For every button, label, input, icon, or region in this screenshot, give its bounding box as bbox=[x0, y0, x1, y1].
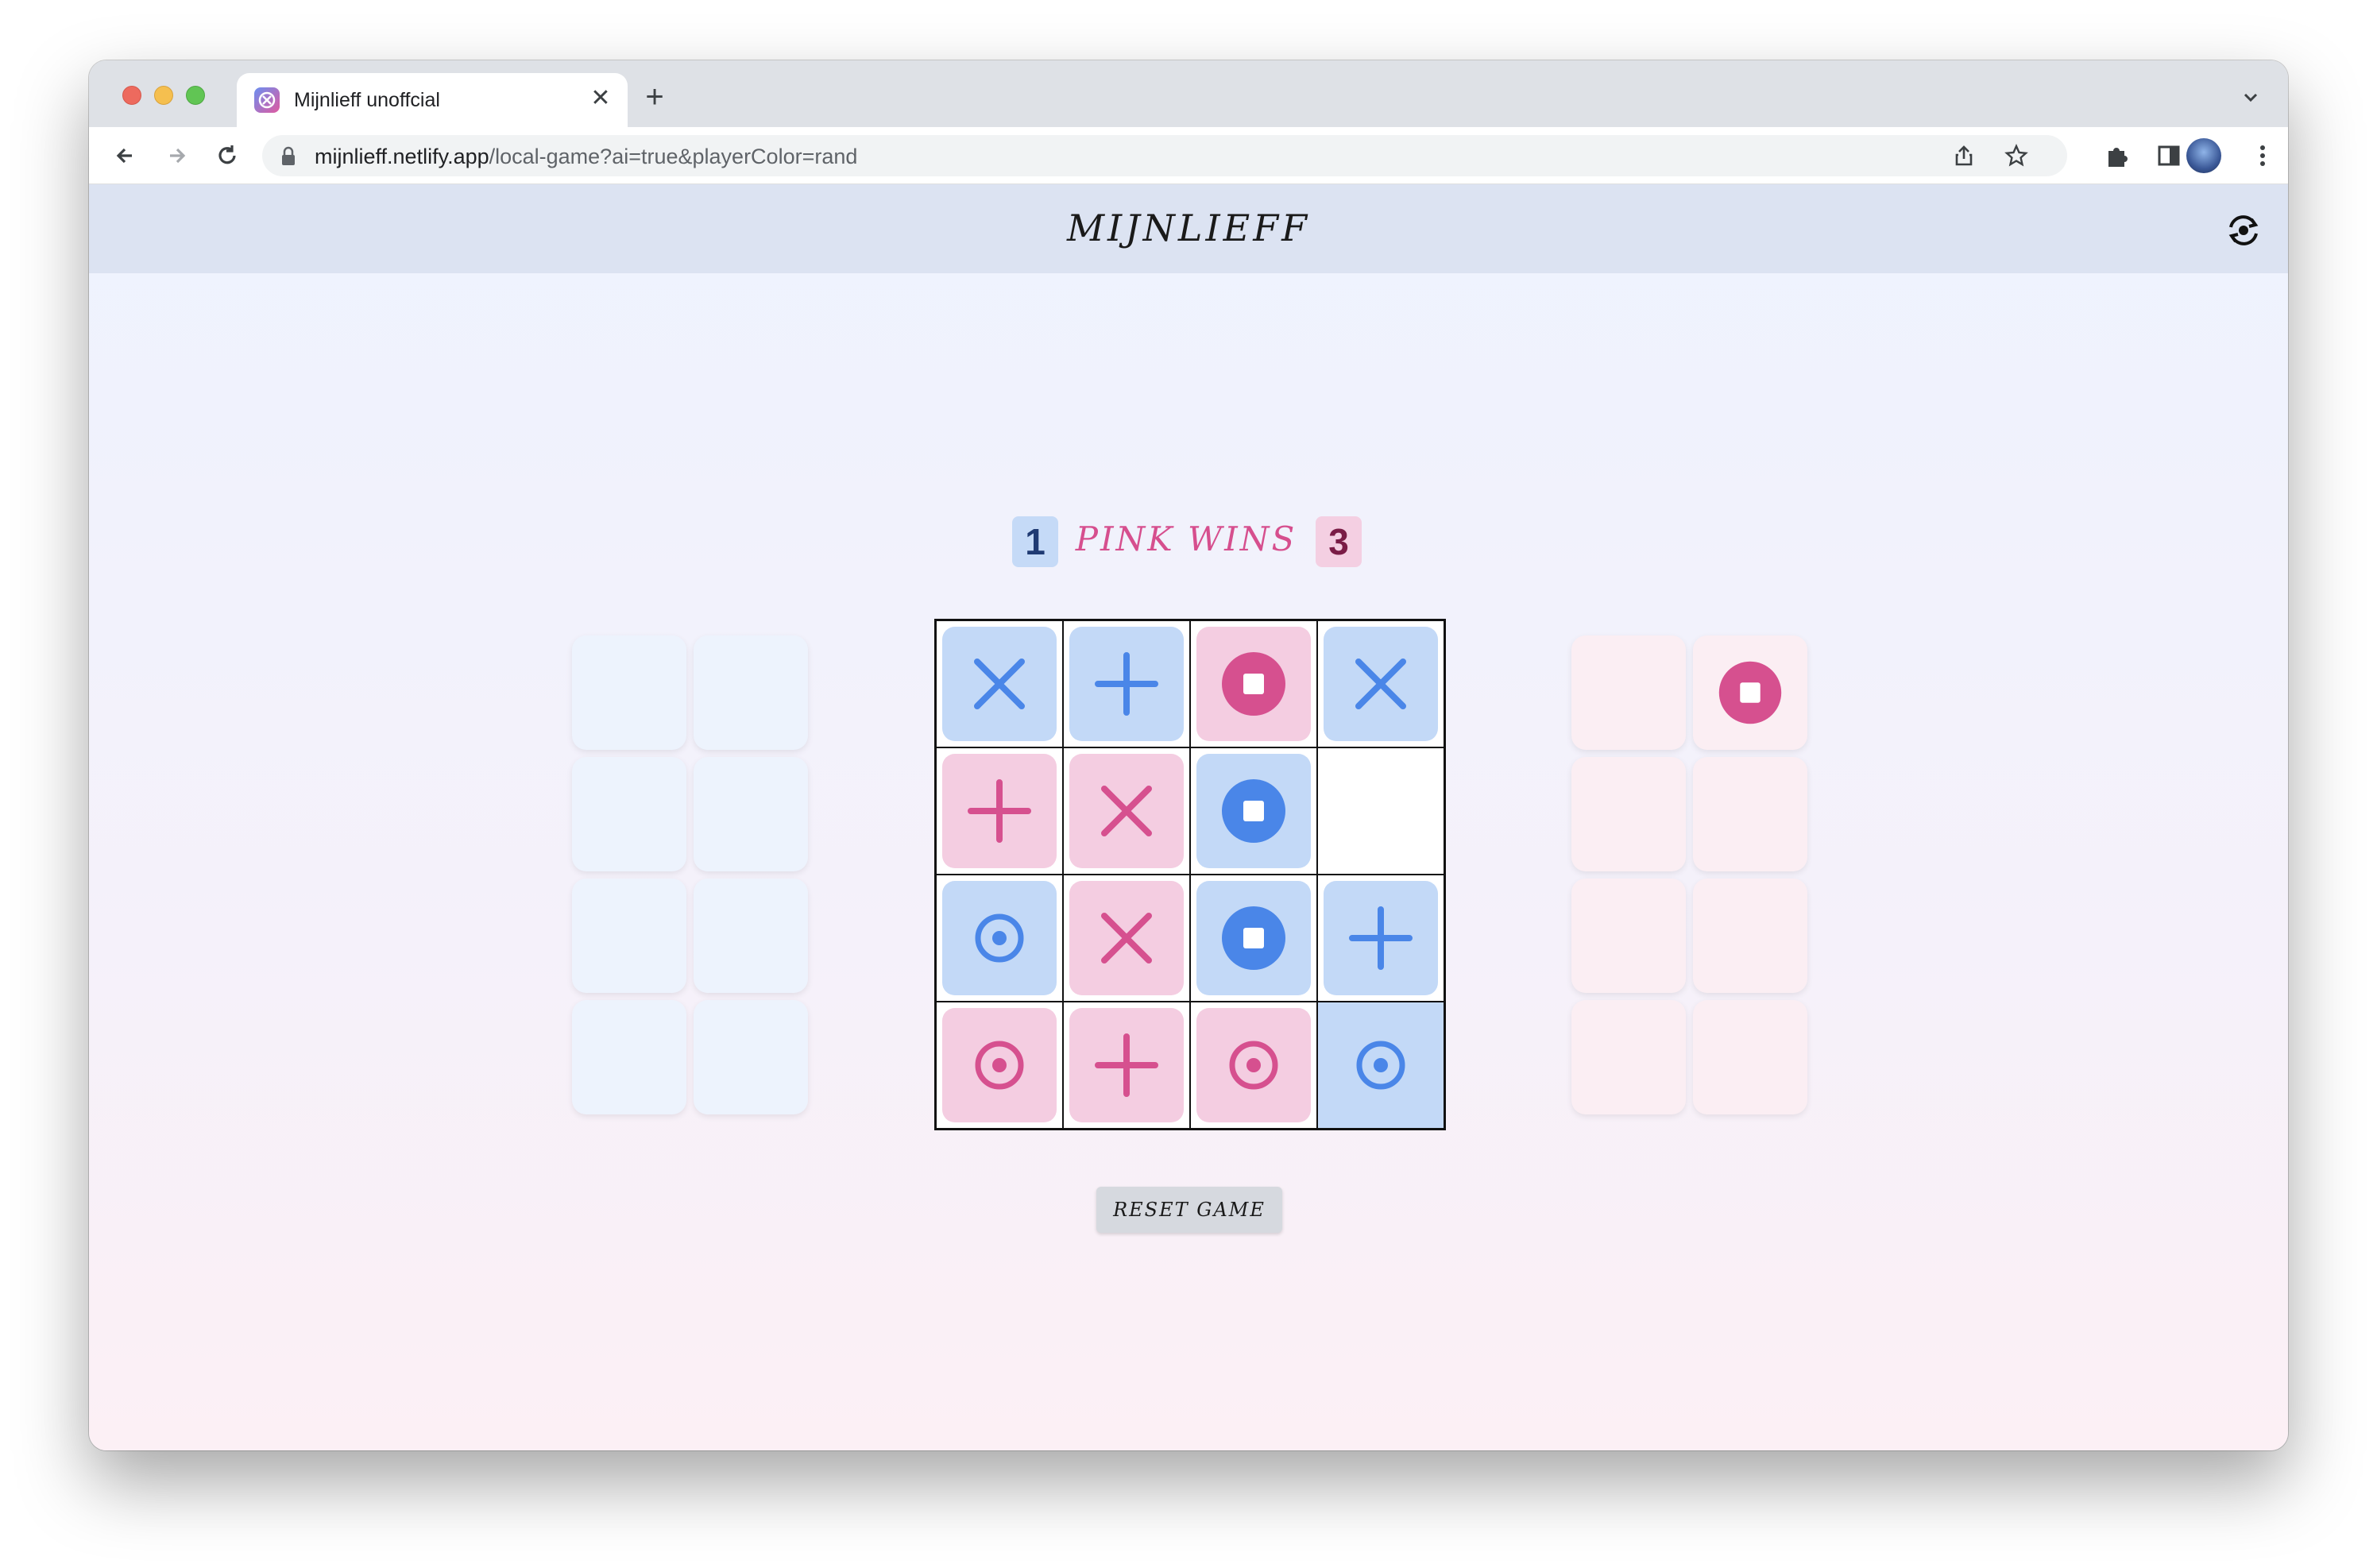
new-tab-button[interactable]: + bbox=[637, 81, 672, 116]
minimize-window-button[interactable] bbox=[154, 86, 173, 105]
side-panel-icon[interactable] bbox=[2153, 140, 2185, 172]
blue-score-badge: 1 bbox=[1012, 516, 1058, 567]
pink-reserve-slot[interactable] bbox=[1571, 879, 1686, 993]
maximize-window-button[interactable] bbox=[186, 86, 205, 105]
lock-icon[interactable] bbox=[280, 146, 297, 167]
swap-camera-icon[interactable] bbox=[2224, 211, 2263, 249]
blue-reserve-slot[interactable] bbox=[572, 635, 686, 750]
pink-square-tile bbox=[1196, 627, 1311, 741]
close-window-button[interactable] bbox=[122, 86, 141, 105]
pink-reserve-slot[interactable] bbox=[1693, 1000, 1807, 1114]
pink-cross-tile bbox=[1069, 881, 1184, 995]
board-cell-2-1[interactable] bbox=[1063, 875, 1190, 1002]
cross-piece-icon bbox=[974, 658, 1025, 709]
board-cell-0-2[interactable] bbox=[1190, 620, 1317, 747]
target-piece-icon bbox=[975, 1041, 1024, 1090]
blue-reserve-slot[interactable] bbox=[572, 1000, 686, 1114]
tab-title: Mijnlieff unoffcial bbox=[294, 89, 440, 111]
chevron-down-icon[interactable] bbox=[2237, 84, 2264, 111]
pink-reserve-slot[interactable] bbox=[1571, 635, 1686, 750]
pink-reserve-slot[interactable] bbox=[1693, 635, 1807, 750]
board-cell-3-3[interactable] bbox=[1317, 1002, 1444, 1129]
browser-tab[interactable]: Mijnlieff unoffcial ✕ bbox=[237, 73, 628, 127]
pink-plus-tile bbox=[1069, 1008, 1184, 1122]
blue-square-tile bbox=[1196, 754, 1311, 868]
address-bar[interactable]: mijnlieff.netlify.app/local-game?ai=true… bbox=[262, 135, 2067, 176]
board-cell-3-2[interactable] bbox=[1190, 1002, 1317, 1129]
blue-reserve-slot[interactable] bbox=[572, 757, 686, 871]
target-piece-icon bbox=[1229, 1041, 1278, 1090]
square-piece-icon bbox=[1222, 906, 1285, 970]
pink-reserve-slot[interactable] bbox=[1571, 1000, 1686, 1114]
star-icon[interactable] bbox=[2004, 143, 2029, 168]
blue-reserve-slot[interactable] bbox=[694, 879, 808, 993]
blue-target-tile bbox=[942, 881, 1057, 995]
share-icon[interactable] bbox=[1951, 143, 1977, 168]
page-content: MIJNLIEFF 1 PINK WINS 3 RESET GAME bbox=[89, 184, 2288, 1450]
reset-game-button[interactable]: RESET GAME bbox=[1096, 1187, 1282, 1233]
browser-window: Mijnlieff unoffcial ✕ + mijnlieff.netlif… bbox=[89, 60, 2288, 1450]
board-cell-2-2[interactable] bbox=[1190, 875, 1317, 1002]
blue-cross-tile bbox=[1324, 627, 1438, 741]
square-piece-icon bbox=[1222, 652, 1285, 716]
plus-piece-icon bbox=[1095, 1033, 1158, 1097]
board-cell-0-1[interactable] bbox=[1063, 620, 1190, 747]
square-piece-icon bbox=[1222, 779, 1285, 843]
pink-reserve-slot[interactable] bbox=[1693, 757, 1807, 871]
game-status: PINK WINS bbox=[1075, 519, 1297, 558]
cross-piece-icon bbox=[1101, 786, 1152, 836]
cross-piece-icon bbox=[1355, 658, 1406, 709]
more-menu-icon[interactable] bbox=[2247, 140, 2278, 172]
cross-piece-icon bbox=[1101, 913, 1152, 964]
blue-plus-tile bbox=[1324, 881, 1438, 995]
forward-arrow-icon[interactable] bbox=[159, 138, 194, 173]
pink-reserve-slot[interactable] bbox=[1693, 879, 1807, 993]
blue-square-tile bbox=[1196, 881, 1311, 995]
back-arrow-icon[interactable] bbox=[108, 138, 143, 173]
pink-score-badge: 3 bbox=[1316, 516, 1362, 567]
pink-target-tile bbox=[1196, 1008, 1311, 1122]
pink-target-tile bbox=[942, 1008, 1057, 1122]
profile-avatar[interactable] bbox=[2186, 138, 2221, 173]
board-cell-3-1[interactable] bbox=[1063, 1002, 1190, 1129]
square-piece-icon bbox=[1718, 661, 1782, 724]
favicon-icon bbox=[254, 87, 280, 113]
app-title: MIJNLIEFF bbox=[1066, 207, 1311, 249]
app-header: MIJNLIEFF bbox=[89, 184, 2288, 273]
plus-piece-icon bbox=[1349, 906, 1413, 970]
board-cell-2-3[interactable] bbox=[1317, 875, 1444, 1002]
blue-cross-tile bbox=[942, 627, 1057, 741]
tab-close-icon[interactable]: ✕ bbox=[586, 84, 615, 113]
pink-plus-tile bbox=[942, 754, 1057, 868]
board-cell-0-0[interactable] bbox=[936, 620, 1063, 747]
pink-cross-tile bbox=[1069, 754, 1184, 868]
board-cell-2-0[interactable] bbox=[936, 875, 1063, 1002]
blue-target-tile bbox=[1318, 1002, 1444, 1128]
blue-reserve-slot[interactable] bbox=[694, 1000, 808, 1114]
pink-reserve-slot[interactable] bbox=[1571, 757, 1686, 871]
browser-toolbar: mijnlieff.netlify.app/local-game?ai=true… bbox=[89, 127, 2288, 184]
url-text[interactable]: mijnlieff.netlify.app/local-game?ai=true… bbox=[315, 145, 857, 169]
reload-icon[interactable] bbox=[210, 138, 245, 173]
board-cell-1-3[interactable] bbox=[1317, 747, 1444, 875]
tab-strip: Mijnlieff unoffcial ✕ + bbox=[89, 60, 2288, 127]
plus-piece-icon bbox=[968, 779, 1031, 843]
board-cell-3-0[interactable] bbox=[936, 1002, 1063, 1129]
board-cell-1-0[interactable] bbox=[936, 747, 1063, 875]
blue-reserve-slot[interactable] bbox=[694, 757, 808, 871]
game-board bbox=[934, 619, 1446, 1130]
board-cell-0-3[interactable] bbox=[1317, 620, 1444, 747]
blue-plus-tile bbox=[1069, 627, 1184, 741]
blue-reserve-slot[interactable] bbox=[572, 879, 686, 993]
extensions-icon[interactable] bbox=[2101, 140, 2132, 172]
plus-piece-icon bbox=[1095, 652, 1158, 716]
target-piece-icon bbox=[1356, 1041, 1405, 1090]
blue-reserve-slot[interactable] bbox=[694, 635, 808, 750]
board-cell-1-2[interactable] bbox=[1190, 747, 1317, 875]
board-cell-1-1[interactable] bbox=[1063, 747, 1190, 875]
target-piece-icon bbox=[975, 913, 1024, 963]
